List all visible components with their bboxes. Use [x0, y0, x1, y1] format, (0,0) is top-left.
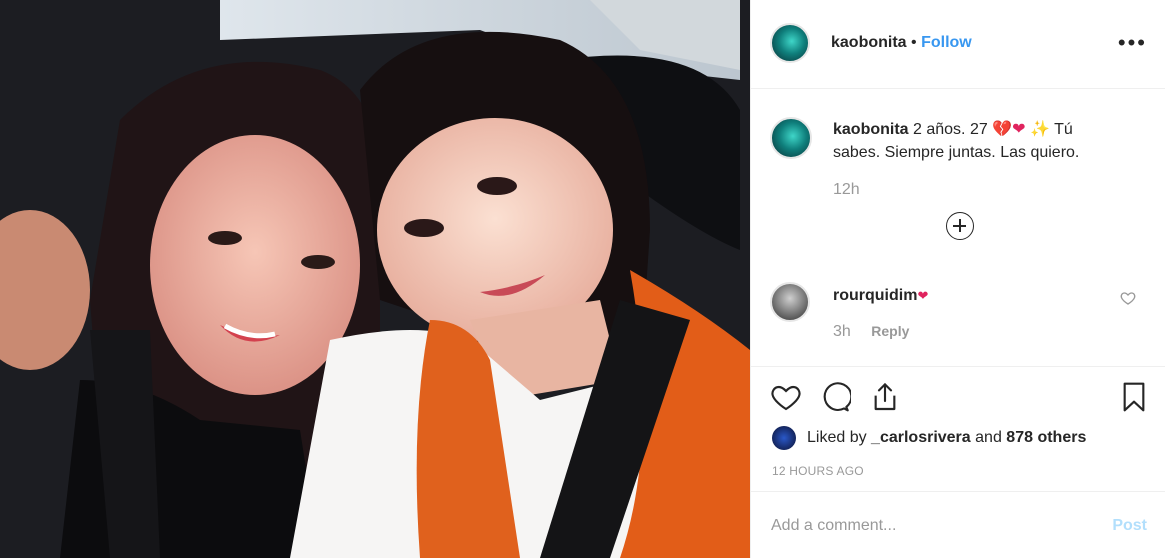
actions-divider	[751, 366, 1165, 367]
comment-time: 3h	[833, 323, 851, 340]
liked-by-prefix: Liked by	[807, 429, 867, 446]
caption-text-part1: 2 años. 27	[913, 121, 988, 138]
follow-button[interactable]: Follow	[921, 34, 972, 51]
add-comment-input[interactable]: Add a comment...	[771, 517, 896, 535]
emoji-broken-heart-icon: 💔	[992, 121, 1013, 138]
share-icon[interactable]	[869, 381, 901, 418]
comment-meta: 3h Reply	[833, 323, 909, 341]
caption-text-part3: sabes. Siempre juntas. Las quiero.	[833, 144, 1080, 161]
caption-avatar[interactable]	[770, 117, 812, 159]
comment-like-heart-icon[interactable]	[1120, 290, 1136, 311]
caption-time: 12h	[833, 181, 860, 198]
separator-dot: •	[911, 34, 917, 51]
save-bookmark-icon[interactable]	[1120, 381, 1148, 418]
comment-avatar[interactable]	[770, 282, 810, 322]
likes-summary: Liked by _carlosrivera and 878 others	[807, 429, 1086, 447]
post-photo[interactable]	[0, 0, 750, 558]
caption-text-part2: Tú	[1054, 121, 1073, 138]
liker-avatar[interactable]	[772, 426, 796, 450]
comment-author[interactable]: rourquidim	[833, 287, 917, 304]
reply-button[interactable]: Reply	[871, 323, 909, 339]
emoji-sparkles-icon: ✨	[1029, 121, 1050, 138]
header-text: kaobonita • Follow	[831, 34, 972, 52]
caption-author[interactable]: kaobonita	[833, 121, 909, 138]
like-heart-icon[interactable]	[770, 381, 802, 418]
post-side-panel: kaobonita • Follow ••• kaobonita 2 años.…	[750, 0, 1165, 558]
comment-item: rourquidim❤	[833, 284, 928, 307]
emoji-red-heart-icon: ❤	[1012, 121, 1026, 138]
author-username[interactable]: kaobonita	[831, 34, 907, 51]
post-timestamp[interactable]: 12 HOURS AGO	[772, 464, 864, 478]
post-header: kaobonita • Follow •••	[751, 0, 1165, 89]
liked-by-user[interactable]: _carlosrivera	[871, 429, 971, 446]
liked-by-and: and	[975, 429, 1002, 446]
more-options-icon[interactable]: •••	[1118, 30, 1147, 56]
liked-by-others[interactable]: 878 others	[1006, 429, 1086, 446]
author-avatar[interactable]	[770, 23, 810, 63]
load-more-comments-icon[interactable]	[946, 212, 974, 240]
caption: kaobonita 2 años. 27 💔❤ ✨ Tú sabes. Siem…	[833, 118, 1153, 164]
post-comment-button[interactable]: Post	[1112, 517, 1147, 535]
photo-image	[0, 0, 750, 558]
comment-bubble-icon[interactable]	[819, 381, 853, 418]
comment-box-divider	[751, 491, 1165, 492]
emoji-heart-icon: ❤	[917, 288, 929, 303]
